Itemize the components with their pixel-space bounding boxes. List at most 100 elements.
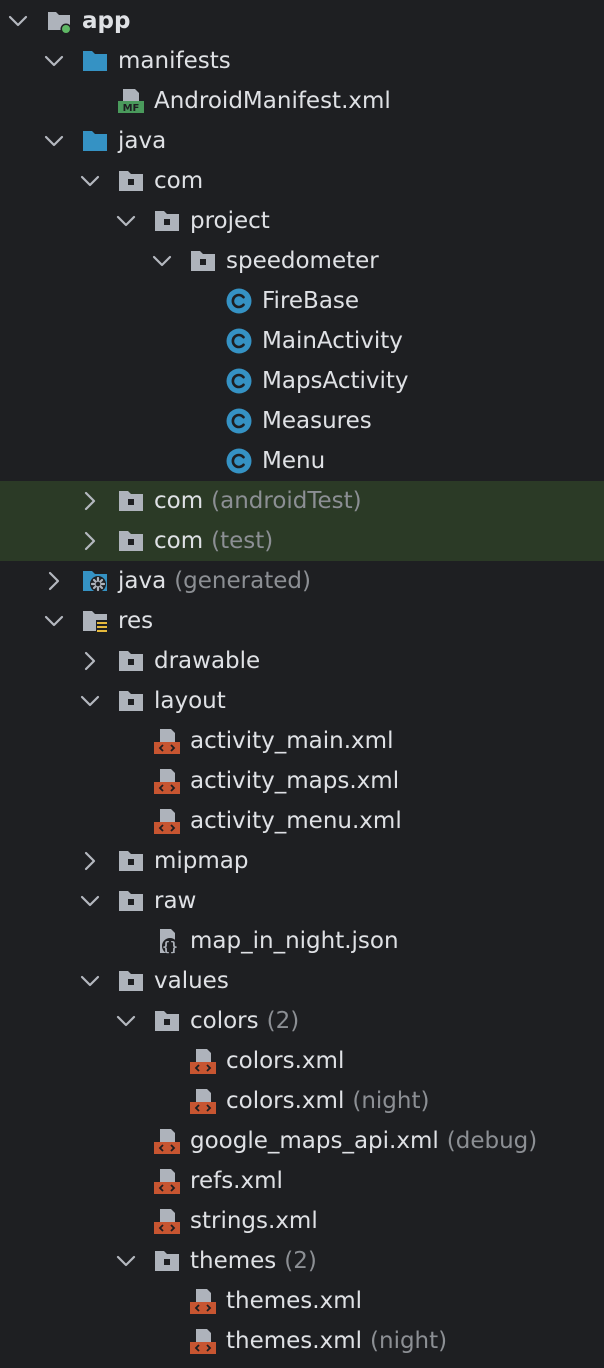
tree-item-name: themes.xml (226, 1328, 363, 1354)
chevron-down-icon[interactable] (43, 50, 65, 72)
chevron-down-icon[interactable] (151, 250, 173, 272)
tree-item-name: java (118, 128, 167, 154)
tree-row-label: activity_menu.xml (190, 801, 402, 841)
tree-row-label: speedometer (226, 241, 379, 281)
tree-item-name: project (190, 208, 270, 234)
tree-item-name: com (154, 528, 204, 554)
chevron-down-icon[interactable] (79, 690, 101, 712)
tree-row[interactable]: raw (0, 881, 604, 921)
tree-row-label: res (118, 601, 153, 641)
generated-folder-icon (81, 567, 109, 595)
tree-item-name: Measures (262, 408, 372, 434)
chevron-down-icon[interactable] (43, 130, 65, 152)
tree-row-label: colors.xml (226, 1041, 344, 1081)
tree-row[interactable]: res (0, 601, 604, 641)
tree-item-name: FireBase (262, 288, 360, 314)
tree-row-label: mipmap (154, 841, 249, 881)
tree-row[interactable]: com (androidTest) (0, 481, 604, 521)
chevron-down-icon[interactable] (43, 610, 65, 632)
chevron-right-icon[interactable] (79, 490, 101, 512)
tree-item-name: activity_main.xml (190, 728, 394, 754)
xml-file-icon (153, 1207, 181, 1235)
package-folder-icon (117, 527, 145, 555)
class-icon (225, 327, 253, 355)
tree-item-name: MainActivity (262, 328, 403, 354)
tree-row[interactable]: java (generated) (0, 561, 604, 601)
tree-row[interactable]: colors (2) (0, 1001, 604, 1041)
chevron-down-icon[interactable] (115, 210, 137, 232)
chevron-right-icon[interactable] (43, 570, 65, 592)
tree-row[interactable]: MainActivity (0, 321, 604, 361)
tree-item-name: map_in_night.json (190, 928, 399, 954)
svg-text:MF: MF (123, 103, 140, 114)
module-folder-icon (45, 7, 73, 35)
tree-row[interactable]: colors.xml (night) (0, 1081, 604, 1121)
tree-item-qualifier: (night) (352, 1088, 430, 1114)
tree-row[interactable]: Menu (0, 441, 604, 481)
chevron-down-icon[interactable] (115, 1010, 137, 1032)
package-folder-icon (117, 487, 145, 515)
resource-folder-icon (81, 607, 109, 635)
tree-row[interactable]: activity_menu.xml (0, 801, 604, 841)
tree-row[interactable]: colors.xml (0, 1041, 604, 1081)
package-folder-icon (189, 247, 217, 275)
chevron-down-icon[interactable] (79, 170, 101, 192)
tree-row-label: themes (2) (190, 1241, 317, 1281)
tree-item-name: layout (154, 688, 226, 714)
tree-row[interactable]: activity_main.xml (0, 721, 604, 761)
json-file-icon: {} (153, 927, 181, 955)
tree-item-qualifier: (androidTest) (211, 488, 362, 514)
chevron-down-icon[interactable] (115, 1250, 137, 1272)
tree-row[interactable]: {} map_in_night.json (0, 921, 604, 961)
tree-row[interactable]: google_maps_api.xml (debug) (0, 1121, 604, 1161)
tree-row[interactable]: MapsActivity (0, 361, 604, 401)
xml-file-icon (153, 807, 181, 835)
tree-row[interactable]: activity_maps.xml (0, 761, 604, 801)
svg-text:{}: {} (162, 940, 178, 955)
tree-row-label: AndroidManifest.xml (154, 81, 391, 121)
tree-row-label: java (118, 121, 166, 161)
tree-row[interactable]: com (0, 161, 604, 201)
tree-row-label: com (154, 161, 203, 201)
tree-row[interactable]: values (0, 961, 604, 1001)
tree-row[interactable]: layout (0, 681, 604, 721)
xml-file-icon (153, 1167, 181, 1195)
tree-row[interactable]: project (0, 201, 604, 241)
tree-row[interactable]: themes.xml (night) (0, 1321, 604, 1361)
tree-item-name: mipmap (154, 848, 249, 874)
chevron-right-icon[interactable] (79, 850, 101, 872)
tree-row[interactable]: themes.xml (0, 1281, 604, 1321)
tree-item-qualifier: (debug) (446, 1128, 538, 1154)
tree-row[interactable]: FireBase (0, 281, 604, 321)
tree-row[interactable]: themes (2) (0, 1241, 604, 1281)
chevron-right-icon[interactable] (79, 530, 101, 552)
tree-row[interactable]: Measures (0, 401, 604, 441)
package-folder-icon (117, 887, 145, 915)
package-folder-icon (117, 847, 145, 875)
tree-row-label: Menu (262, 441, 325, 481)
chevron-down-icon[interactable] (79, 890, 101, 912)
tree-row-label: refs.xml (190, 1161, 283, 1201)
tree-row[interactable]: mipmap (0, 841, 604, 881)
chevron-down-icon[interactable] (7, 10, 29, 32)
tree-row-label: values (154, 961, 229, 1001)
tree-row[interactable]: manifests (0, 41, 604, 81)
tree-row[interactable]: speedometer (0, 241, 604, 281)
tree-row-label: com (androidTest) (154, 481, 362, 521)
tree-row-label: FireBase (262, 281, 359, 321)
chevron-right-icon[interactable] (79, 650, 101, 672)
chevron-down-icon[interactable] (79, 970, 101, 992)
tree-row-label: colors.xml (night) (226, 1081, 429, 1121)
tree-row[interactable]: java (0, 121, 604, 161)
tree-row[interactable]: app (0, 1, 604, 41)
tree-row-label: activity_main.xml (190, 721, 393, 761)
tree-row[interactable]: strings.xml (0, 1201, 604, 1241)
tree-row[interactable]: refs.xml (0, 1161, 604, 1201)
tree-row[interactable]: com (test) (0, 521, 604, 561)
tree-item-qualifier: (2) (266, 1008, 300, 1034)
tree-row[interactable]: MF AndroidManifest.xml (0, 81, 604, 121)
manifest-file-icon: MF (117, 87, 145, 115)
tree-item-name: Menu (262, 448, 326, 474)
tree-row[interactable]: drawable (0, 641, 604, 681)
tree-row-label: project (190, 201, 270, 241)
